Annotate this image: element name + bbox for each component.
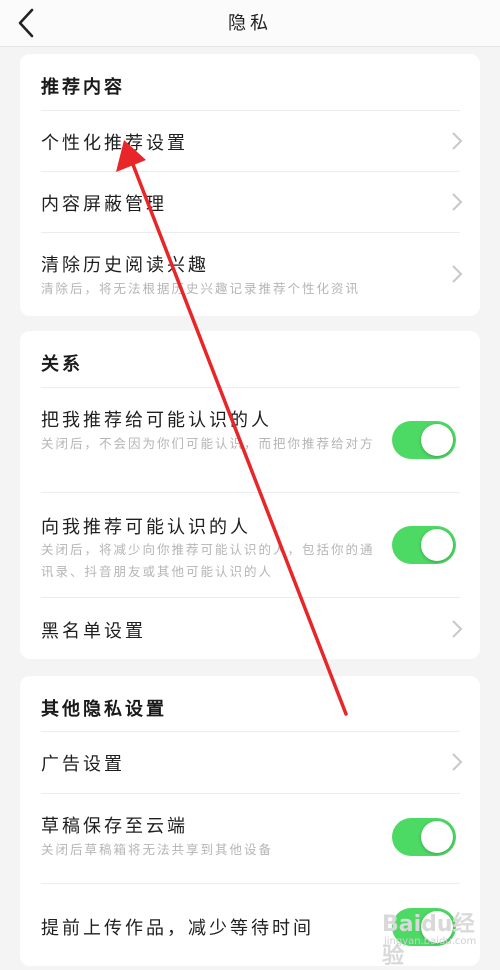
relation-section: 关系 把我推荐给可能认识的人 关闭后，不会因为你们可能认识，而把你推荐给对方 向… bbox=[20, 331, 480, 659]
personalized-recommend-setting-item[interactable]: 个性化推荐设置 bbox=[20, 111, 480, 171]
item-label: 草稿保存至云端 bbox=[41, 816, 188, 837]
item-label: 清除历史阅读兴趣 bbox=[41, 255, 209, 276]
blacklist-setting-item[interactable]: 黑名单设置 bbox=[20, 598, 480, 659]
item-label: 广告设置 bbox=[41, 754, 125, 775]
recommend-people-to-me-item: 向我推荐可能认识的人 关闭后，将减少向你推荐可能认识的人，包括你的通讯录、抖音朋… bbox=[20, 493, 480, 597]
page-title: 隐私 bbox=[228, 13, 272, 34]
toggle-knob bbox=[421, 529, 453, 561]
content-block-manage-item[interactable]: 内容屏蔽管理 bbox=[20, 172, 480, 232]
item-label: 内容屏蔽管理 bbox=[41, 194, 167, 215]
chevron-right-icon bbox=[452, 620, 463, 638]
chevron-right-icon bbox=[452, 132, 463, 150]
recommend-section: 推荐内容 个性化推荐设置 内容屏蔽管理 清除历史阅读兴趣 清除后，将无法根据历史… bbox=[20, 54, 480, 316]
recommend-me-to-others-item: 把我推荐给可能认识的人 关闭后，不会因为你们可能认识，而把你推荐给对方 bbox=[20, 388, 480, 492]
watermark-url: jingyan.baidu.com bbox=[384, 936, 477, 947]
item-description: 关闭后，不会因为你们可能认识，而把你推荐给对方 bbox=[41, 436, 375, 451]
section-title-relation: 关系 bbox=[41, 354, 83, 375]
item-label: 个性化推荐设置 bbox=[41, 133, 188, 154]
clear-reading-history-item[interactable]: 清除历史阅读兴趣 清除后，将无法根据历史兴趣记录推荐个性化资讯 bbox=[20, 233, 480, 316]
baidu-watermark: Baidu经验 jingyan.baidu.com bbox=[382, 906, 492, 969]
draft-cloud-save-item: 草稿保存至云端 关闭后草稿箱将无法共享到其他设备 bbox=[20, 794, 480, 882]
draft-cloud-toggle[interactable] bbox=[392, 818, 456, 856]
recommend-people-toggle[interactable] bbox=[392, 526, 456, 564]
item-label: 向我推荐可能认识的人 bbox=[41, 517, 251, 538]
item-label: 黑名单设置 bbox=[41, 621, 146, 642]
item-label: 把我推荐给可能认识的人 bbox=[41, 410, 272, 431]
section-title-recommend: 推荐内容 bbox=[41, 77, 125, 98]
chevron-right-icon bbox=[452, 193, 463, 211]
section-title-other: 其他隐私设置 bbox=[41, 699, 167, 720]
item-description: 清除后，将无法根据历史兴趣记录推荐个性化资讯 bbox=[41, 281, 361, 296]
chevron-right-icon bbox=[452, 265, 463, 283]
item-description: 关闭后草稿箱将无法共享到其他设备 bbox=[41, 842, 274, 857]
chevron-right-icon bbox=[452, 753, 463, 771]
toggle-knob bbox=[421, 821, 453, 853]
toggle-knob bbox=[421, 424, 453, 456]
ad-setting-item[interactable]: 广告设置 bbox=[20, 732, 480, 792]
item-description: 关闭后，将减少向你推荐可能认识的人，包括你的通讯录、抖音朋友或其他可能认识的人 bbox=[41, 542, 375, 579]
item-label: 提前上传作品，减少等待时间 bbox=[41, 918, 314, 939]
nav-bar: 隐私 bbox=[0, 0, 500, 47]
recommend-me-toggle[interactable] bbox=[392, 421, 456, 459]
